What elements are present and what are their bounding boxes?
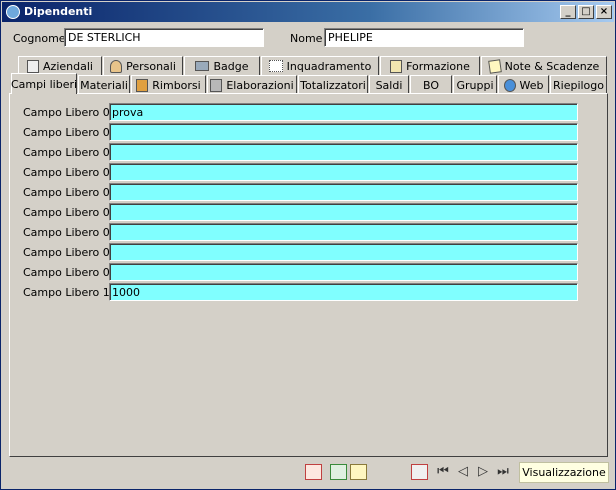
free-field-01[interactable]: prova: [109, 103, 578, 121]
hierarchy-icon: [268, 60, 283, 72]
field-label-01: Campo Libero 01: [23, 106, 117, 119]
free-field-06[interactable]: [109, 203, 578, 221]
name-input[interactable]: PHELIPE: [324, 28, 524, 47]
tab-totalizzatori[interactable]: Totalizzatori: [298, 75, 368, 94]
free-field-03[interactable]: [109, 143, 578, 161]
tab-note-scadenze[interactable]: Note & Scadenze: [481, 56, 607, 75]
previous-record-icon[interactable]: ◁: [455, 465, 471, 480]
field-label-05: Campo Libero 05: [23, 186, 117, 199]
free-field-04[interactable]: [109, 163, 578, 181]
app-icon: [6, 5, 20, 19]
field-label-04: Campo Libero 04: [23, 166, 117, 179]
calendar-icon[interactable]: [305, 464, 322, 480]
free-field-02[interactable]: [109, 123, 578, 141]
document-icon: [27, 59, 40, 73]
tab-riepilogo[interactable]: Riepilogo: [550, 75, 607, 94]
tab-web[interactable]: Web: [498, 75, 549, 94]
id-card-icon: [195, 61, 210, 71]
first-record-icon[interactable]: ⏮: [435, 465, 451, 480]
free-field-08[interactable]: [109, 243, 578, 261]
tab-campi-liberi[interactable]: Campi liberi: [11, 73, 77, 94]
tab-bo[interactable]: BO: [410, 75, 452, 94]
delete-record-icon[interactable]: [411, 464, 428, 480]
field-label-03: Campo Libero 03: [23, 146, 117, 159]
tab-inquadramento[interactable]: Inquadramento: [261, 56, 379, 75]
free-field-09[interactable]: [109, 263, 578, 281]
next-record-icon[interactable]: ▷: [475, 465, 491, 480]
maximize-button[interactable]: □: [578, 5, 594, 19]
field-label-06: Campo Libero 06: [23, 206, 117, 219]
title-bar[interactable]: Dipendenti _ □ ×: [2, 2, 614, 22]
note-icon: [487, 58, 502, 74]
tab-badge[interactable]: Badge: [184, 56, 260, 75]
tab-saldi[interactable]: Saldi: [369, 75, 409, 94]
edit-record-icon[interactable]: [350, 464, 367, 480]
add-record-icon[interactable]: [330, 464, 347, 480]
person-icon: [110, 59, 123, 73]
name-label: Nome: [290, 32, 323, 45]
free-field-05[interactable]: [109, 183, 578, 201]
tab-panel-campi-liberi: Campo Libero 01 prova Campo Libero 02 Ca…: [9, 93, 608, 457]
surname-input[interactable]: DE STERLICH: [64, 28, 264, 47]
field-label-08: Campo Libero 08: [23, 246, 117, 259]
box-icon: [136, 78, 149, 92]
tab-elaborazioni[interactable]: Elaborazioni: [207, 75, 297, 94]
employees-window: Dipendenti _ □ × Cognome DE STERLICH Nom…: [0, 0, 616, 490]
tab-rimborsi[interactable]: Rimborsi: [131, 75, 206, 94]
free-field-10[interactable]: 1000: [109, 283, 578, 301]
free-field-07[interactable]: [109, 223, 578, 241]
tab-formazione[interactable]: Formazione: [380, 56, 480, 75]
book-icon: [390, 59, 403, 73]
window-title: Dipendenti: [24, 5, 93, 18]
tab-materiali[interactable]: Materiali: [78, 75, 130, 94]
mode-status-badge: Visualizzazione: [519, 462, 609, 483]
tab-gruppi[interactable]: Gruppi: [453, 75, 497, 94]
calculator-icon: [210, 78, 223, 92]
tab-personali[interactable]: Personali: [103, 56, 183, 75]
field-label-09: Campo Libero 09: [23, 266, 117, 279]
last-record-icon[interactable]: ⏭: [495, 465, 511, 480]
field-label-07: Campo Libero 07: [23, 226, 117, 239]
web-icon: [503, 78, 516, 92]
minimize-button[interactable]: _: [560, 5, 576, 19]
surname-label: Cognome: [13, 32, 66, 45]
field-label-10: Campo Libero 10: [23, 286, 117, 299]
field-label-02: Campo Libero 02: [23, 126, 117, 139]
close-button[interactable]: ×: [596, 5, 612, 19]
